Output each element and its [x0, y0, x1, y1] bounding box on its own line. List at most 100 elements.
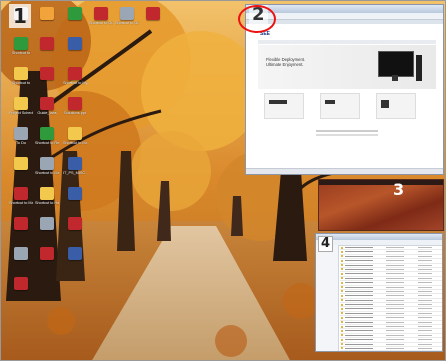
desktop-icon[interactable]: Shortcut to	[9, 67, 33, 85]
desktop-screen: Shortcut to Guide_uni...Shortcut to Guid…	[0, 0, 446, 361]
desktop-icon-label: Shortcut to Manuals(v...)	[63, 141, 87, 145]
folder-icon	[341, 277, 343, 280]
product-card[interactable]	[320, 93, 360, 119]
desktop-icon[interactable]	[9, 217, 33, 231]
tv-stand-image	[392, 75, 398, 81]
product-image	[269, 100, 287, 104]
desktop-icon[interactable]: IT_PS_MISC...	[63, 157, 87, 175]
explorer-nav-pane[interactable]	[316, 245, 339, 351]
product-card[interactable]	[264, 93, 304, 119]
desktop-icon[interactable]: Shortcut to	[9, 37, 33, 55]
annotation-ring	[238, 5, 276, 33]
folder-icon	[341, 272, 343, 275]
desktop-icon[interactable]	[35, 67, 59, 81]
desktop-icon-label: Shortcut to Guide_uni...	[89, 21, 113, 25]
file-row-cell	[345, 286, 373, 288]
folder-icon	[341, 299, 343, 302]
file-icon	[94, 7, 108, 20]
file-icon	[14, 157, 28, 170]
desktop-icon[interactable]: Shortcut to My Documents (2)	[63, 67, 87, 85]
file-row-cell	[345, 290, 373, 292]
hero-banner[interactable]: Flexible Deployment. Ultimate Enjoyment.	[258, 45, 436, 89]
file-row-cell	[345, 312, 373, 314]
folder-icon	[341, 325, 343, 328]
file-row[interactable]	[340, 351, 442, 352]
file-icon	[68, 7, 82, 20]
desktop-icon[interactable]: To Do	[9, 127, 33, 145]
file-row-cell	[345, 277, 373, 279]
file-icon	[68, 97, 82, 110]
desktop-icon[interactable]	[63, 217, 87, 231]
desktop-icon[interactable]: Shortcut to Guide_uni...	[115, 7, 139, 25]
desktop-icon[interactable]	[35, 37, 59, 51]
file-row-cell	[345, 347, 373, 349]
desktop-icon[interactable]	[35, 247, 59, 261]
file-row-cell	[418, 317, 432, 319]
file-row-cell	[345, 304, 373, 306]
file-icon	[146, 7, 160, 20]
second-desktop-window[interactable]	[318, 179, 444, 231]
file-icon	[14, 67, 28, 80]
browser-window[interactable]: SEE Flexible Deployment. Ultimate Enjoym…	[245, 4, 444, 175]
file-row-cell	[386, 290, 404, 292]
file-row-cell	[418, 334, 432, 336]
desktop-icon[interactable]: Solutions.ppt	[63, 97, 87, 115]
page-footer-line	[316, 130, 378, 132]
folder-icon	[341, 286, 343, 289]
product-card[interactable]	[376, 93, 416, 119]
file-row-cell	[345, 339, 373, 341]
file-explorer-window[interactable]	[315, 233, 443, 352]
folder-icon	[341, 347, 343, 350]
file-list[interactable]	[340, 246, 442, 351]
folder-icon	[341, 316, 343, 319]
file-row-cell	[386, 299, 404, 301]
desktop-icon[interactable]	[141, 7, 165, 21]
file-row-cell	[345, 343, 373, 345]
file-row-cell	[386, 264, 404, 266]
file-row-cell	[386, 247, 404, 248]
folder-icon	[341, 303, 343, 306]
desktop-icon[interactable]: Shortcut to Recycle	[35, 127, 59, 145]
folder-icon	[341, 259, 343, 262]
file-row-cell	[418, 339, 432, 341]
file-row-cell	[418, 299, 432, 301]
desktop-icon[interactable]: Shortcut to Guide_uni...	[89, 7, 113, 25]
desktop-icon-label: IT_PS_MISC...	[63, 171, 87, 175]
desktop-icon[interactable]	[9, 277, 33, 291]
folder-icon	[341, 290, 343, 293]
desktop-icon[interactable]	[9, 247, 33, 261]
site-nav-bar[interactable]	[258, 40, 436, 44]
desktop-icon[interactable]: Shortcut to Manuals_V...	[9, 187, 33, 205]
file-row-cell	[386, 330, 404, 332]
desktop-icon[interactable]	[35, 217, 59, 231]
desktop-icon[interactable]	[63, 37, 87, 51]
desktop-icon[interactable]: Guide_labs	[35, 97, 59, 115]
desktop-icon[interactable]: Project Schedule	[9, 97, 33, 115]
folder-icon	[341, 250, 343, 253]
file-icon	[14, 247, 28, 260]
desktop-icon[interactable]	[63, 247, 87, 261]
desktop-icon[interactable]	[35, 7, 59, 21]
browser-titlebar[interactable]	[246, 5, 443, 13]
desktop-icon[interactable]: Shortcut to Manuals(v...)	[63, 127, 87, 145]
folder-icon	[341, 329, 343, 332]
desktop-icon[interactable]: Shortcut to Hdmi_38_2...	[35, 187, 59, 205]
file-row-cell	[418, 260, 432, 262]
file-row-cell	[418, 304, 432, 306]
folder-icon	[341, 338, 343, 341]
dunes-wallpaper	[319, 185, 443, 230]
file-row-cell	[386, 312, 404, 314]
desktop-icon[interactable]: Shortcut to Manuals	[35, 157, 59, 175]
file-row-cell	[386, 251, 404, 253]
desktop-icon[interactable]	[9, 157, 33, 171]
file-row-cell	[386, 334, 404, 336]
browser-status-bar	[246, 168, 443, 174]
desktop-icon[interactable]	[63, 7, 87, 21]
folder-icon	[341, 307, 343, 310]
hero-line-2: Ultimate Enjoyment.	[266, 62, 304, 67]
file-row-cell	[345, 334, 373, 336]
desktop-icon[interactable]	[63, 187, 87, 201]
desktop-icon-label: Shortcut to	[11, 51, 31, 55]
file-row-cell	[386, 343, 404, 345]
file-icon	[14, 187, 28, 200]
